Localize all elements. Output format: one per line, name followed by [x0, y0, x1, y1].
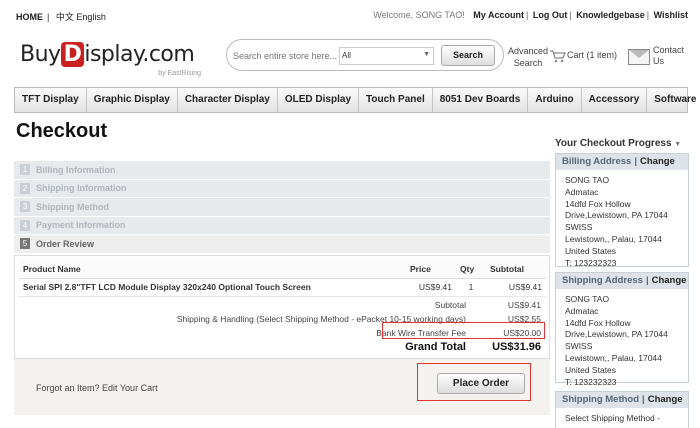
search-box: All▼ Search — [226, 39, 504, 71]
log-out-link[interactable]: Log Out — [533, 10, 568, 20]
chevron-down-icon: ▼ — [423, 51, 430, 58]
caret-down-icon: ▼ — [674, 141, 682, 148]
nav-touch-panel[interactable]: Touch Panel — [359, 88, 433, 112]
step-payment[interactable]: 4 Payment Information — [14, 216, 550, 235]
change-billing-link[interactable]: Change — [640, 156, 675, 167]
page-title: Checkout — [16, 120, 108, 142]
shipping-method-box: Shipping Method | Change Select Shipping M… — [555, 391, 689, 428]
nav-arduino[interactable]: Arduino — [528, 88, 582, 112]
nav-8051-dev-boards[interactable]: 8051 Dev Boards — [433, 88, 529, 112]
total-row: Subtotal US$9.41 — [434, 300, 541, 310]
product-qty: 1 — [456, 278, 486, 297]
nav-oled-display[interactable]: OLED Display — [278, 88, 360, 112]
product-name: Serial SPI 2.8"TFT LCD Module Display 32… — [19, 278, 406, 297]
cart-icon — [550, 50, 566, 63]
place-order-button[interactable]: Place Order — [437, 373, 525, 394]
envelope-icon — [628, 49, 650, 65]
knowledgebase-link[interactable]: Knowledgebase — [576, 10, 645, 20]
nav-software[interactable]: Software — [647, 88, 700, 112]
shipping-address-box: Shipping Address | Change SONG TAO Admatac 1… — [555, 272, 689, 387]
col-qty: Qty — [456, 260, 486, 279]
col-price: Price — [406, 260, 456, 279]
category-select[interactable]: All ▼ — [339, 47, 434, 65]
site-logo[interactable]: Buy Display.com by EastRising — [20, 40, 205, 82]
top-bar: HOME | 中文 English Welcome, SONG TAO! My A… — [0, 0, 700, 30]
my-account-link[interactable]: My Account — [473, 10, 524, 20]
col-subtotal: Subtotal — [486, 260, 546, 279]
home-link[interactable]: HOME — [16, 12, 43, 22]
advanced-search-link[interactable]: Advanced Search — [508, 45, 548, 69]
welcome-text: Welcome, SONG TAO! — [373, 10, 465, 20]
billing-address-box: Billing Address | Change SONG TAO Admatac 14… — [555, 153, 689, 268]
search-input[interactable] — [233, 47, 337, 65]
top-left-links: HOME | 中文 English — [16, 12, 106, 22]
main-nav: TFT Display Graphic Display Character Di… — [14, 87, 697, 113]
product-price: US$9.41 — [406, 278, 456, 297]
wishlist-link[interactable]: Wishlist — [654, 10, 688, 20]
edit-cart-link[interactable]: Forgot an Item? Edit Your Cart — [36, 383, 158, 393]
nav-accessory[interactable]: Accessory — [582, 88, 648, 112]
table-row: Serial SPI 2.8"TFT LCD Module Display 32… — [19, 278, 546, 297]
col-product-name: Product Name — [19, 260, 406, 279]
lang-chinese[interactable]: 中文 — [56, 12, 74, 22]
step-billing[interactable]: 1 Billing Information — [14, 161, 550, 180]
step-order-review: 5 Order Review — [14, 235, 550, 254]
product-subtotal: US$9.41 — [486, 278, 546, 297]
nav-tft-display[interactable]: TFT Display — [15, 88, 87, 112]
step-shipping-info[interactable]: 2 Shipping Information — [14, 179, 550, 198]
step-shipping-method[interactable]: 3 Shipping Method — [14, 198, 550, 217]
change-shipping-link[interactable]: Change — [652, 275, 687, 286]
nav-graphic-display[interactable]: Graphic Display — [87, 88, 178, 112]
lang-english[interactable]: English — [76, 12, 106, 22]
change-method-link[interactable]: Change — [648, 394, 683, 405]
checkout-progress-title: Your Checkout Progress ▼ — [555, 138, 682, 149]
highlight-bank-fee — [382, 322, 545, 339]
cart-link[interactable]: Cart (1 item) — [549, 43, 619, 73]
top-right-links: Welcome, SONG TAO! My Account | Log Out | … — [373, 10, 688, 20]
checkout-steps: 1 Billing Information 2 Shipping Informati… — [14, 161, 550, 254]
order-items-table: Product Name Price Qty Subtotal Serial S… — [19, 260, 546, 297]
nav-character-display[interactable]: Character Display — [178, 88, 278, 112]
contact-us-link[interactable]: Contact Us — [626, 45, 690, 69]
grand-total-row: Grand Total US$31.96 — [405, 341, 541, 353]
search-button[interactable]: Search — [441, 45, 495, 66]
